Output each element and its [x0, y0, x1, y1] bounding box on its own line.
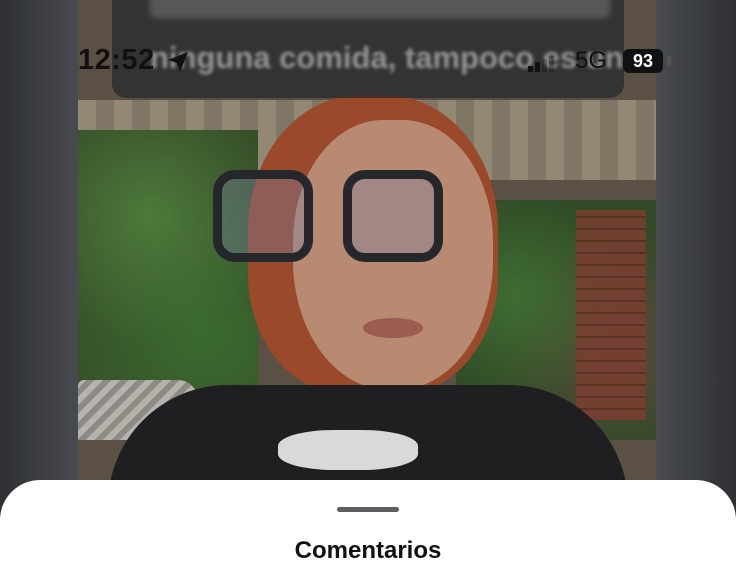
glasses-right-lens — [343, 170, 443, 262]
battery-indicator: 93 — [623, 49, 663, 73]
location-arrow-icon — [166, 50, 190, 79]
signal-icon — [528, 56, 558, 77]
status-bar: 12:52 5G 93 — [78, 44, 678, 78]
sheet-title: Comentarios — [294, 537, 442, 564]
background-brick-wall — [576, 210, 646, 420]
person-mouth — [363, 318, 423, 338]
comments-sheet[interactable]: Comentarios — [0, 480, 736, 580]
person-shirt — [278, 430, 418, 470]
caption-previous-line — [150, 0, 610, 18]
battery-cap — [667, 56, 671, 66]
sheet-grabber[interactable] — [337, 507, 399, 512]
status-time: 12:52 — [78, 44, 155, 76]
network-type: 5G — [575, 47, 608, 74]
glasses-left-lens — [213, 170, 313, 262]
